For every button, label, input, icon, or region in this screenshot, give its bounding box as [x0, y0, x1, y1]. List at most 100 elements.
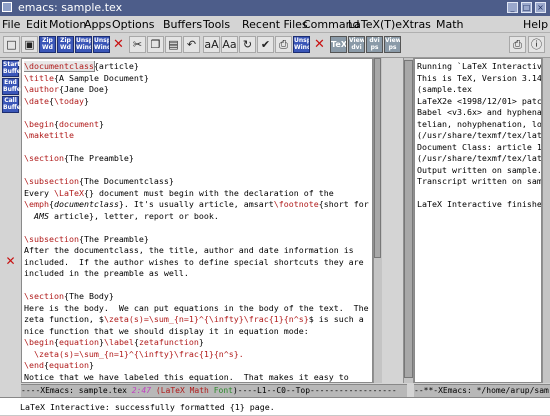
editor-line[interactable]: \date{\today}: [24, 96, 372, 108]
editor-line[interactable]: [24, 280, 372, 292]
menu-edit[interactable]: Edit: [26, 18, 47, 31]
editor-token: zetafunction: [138, 337, 199, 347]
unsplit-window-3-button[interactable]: Unsplit Window: [293, 36, 310, 53]
kill-icon[interactable]: ✕: [110, 36, 127, 53]
editor-token: equation: [58, 337, 99, 347]
editor-line[interactable]: AMS article}, letter, report or book.: [24, 211, 372, 223]
editor-line[interactable]: \begin{document}: [24, 119, 372, 131]
editor-line[interactable]: \maketitle: [24, 130, 372, 142]
dvi-ps-button[interactable]: dvi ps: [366, 36, 383, 53]
copy-icon[interactable]: ❐: [147, 36, 164, 53]
output-pane[interactable]: Running `LaTeX Interactive' oThis is TeX…: [414, 58, 542, 383]
menu-textras[interactable]: (T)eXtras: [380, 18, 431, 31]
output-line: This is TeX, Version 3.14159: [417, 72, 541, 83]
output-right-scrollbar[interactable]: [542, 58, 550, 383]
editor-line[interactable]: \author{Jane Doe}: [24, 84, 372, 96]
output-modeline[interactable]: --**-XEmacs: */home/arup/sam: [414, 384, 550, 397]
menu-options[interactable]: Options: [112, 18, 154, 31]
editor-text[interactable]: \documentclass{article} \title{A Sample D…: [22, 59, 372, 383]
close-icon[interactable]: ×: [535, 2, 546, 13]
editor-line[interactable]: Notice that we have labeled this equatio…: [24, 372, 372, 383]
editor-token: \subsection: [24, 176, 79, 186]
window-menu-icon[interactable]: [2, 2, 12, 12]
menu-apps[interactable]: Apps: [84, 18, 111, 31]
editor-token: }: [198, 337, 204, 347]
editor-line[interactable]: \begin{equation}\label{zetafunction}: [24, 337, 372, 349]
maximize-icon[interactable]: □: [521, 2, 532, 13]
editor-line[interactable]: \end{equation}: [24, 360, 372, 372]
editor-token: {} document must begin with the declarat…: [83, 187, 334, 198]
upcase-icon[interactable]: aA: [203, 36, 220, 53]
delete-window-icon[interactable]: ✕: [4, 255, 17, 268]
menu-latex[interactable]: LaTeX: [348, 18, 380, 31]
editor-line[interactable]: \zeta(s)=\sum_{n=1}^{\infty}\frac{1}{n^s…: [24, 349, 372, 361]
end-buffer-button[interactable]: End Buffer: [2, 78, 24, 95]
output-left-scrollbar[interactable]: [403, 58, 414, 383]
window-title: emacs: sample.tex: [18, 1, 123, 14]
menu-buffers[interactable]: Buffers: [163, 18, 202, 31]
editor-line[interactable]: \subsection{The Preamble}: [24, 234, 372, 246]
undo-icon[interactable]: ↶: [183, 36, 200, 53]
spell-icon[interactable]: ✔: [257, 36, 274, 53]
editor-line[interactable]: Every \LaTeX{} document must begin with …: [24, 188, 372, 200]
menu-motion[interactable]: Motion: [49, 18, 86, 31]
echo-area: LaTeX Interactive: successfully formatte…: [0, 397, 550, 415]
minimize-icon[interactable]: _: [507, 2, 518, 13]
printer-icon[interactable]: ⎙: [509, 36, 526, 53]
menu-recent-files[interactable]: Recent Files: [242, 18, 308, 31]
editor-scroll-thumb[interactable]: [374, 58, 381, 258]
menu-bar: File Edit Motion Apps Options Buffers To…: [0, 16, 550, 33]
editor-line[interactable]: [24, 107, 372, 119]
menu-file[interactable]: File: [2, 18, 20, 31]
unsplit-window-2-button[interactable]: Unsplit Window: [93, 36, 110, 53]
unsplit-window-button[interactable]: Unsplit Window: [75, 36, 92, 53]
editor-line[interactable]: [24, 222, 372, 234]
editor-line[interactable]: included in the preamble as well.: [24, 268, 372, 280]
menu-help[interactable]: Help: [523, 18, 548, 31]
editor-line[interactable]: \section{The Preamble}: [24, 153, 372, 165]
editor-line[interactable]: \section{The Body}: [24, 291, 372, 303]
paste-icon[interactable]: ▤: [165, 36, 182, 53]
editor-token: Here is the body. We can put equations i…: [24, 302, 369, 313]
tex-button[interactable]: TeX: [330, 36, 347, 53]
editor-line[interactable]: \title{A Sample Document}: [24, 73, 372, 85]
editor-line[interactable]: \emph{documentclass}. It's usually artic…: [24, 199, 372, 211]
stop-icon[interactable]: ✕: [311, 36, 328, 53]
editor-line[interactable]: After the documentclass, the title, auth…: [24, 245, 372, 257]
menu-math[interactable]: Math: [436, 18, 464, 31]
output-text: Running `LaTeX Interactive' oThis is TeX…: [415, 59, 541, 211]
menu-tools[interactable]: Tools: [203, 18, 230, 31]
editor-line[interactable]: included. If the author wishes to define…: [24, 257, 372, 269]
zip-word-button[interactable]: Zip Wd: [39, 36, 56, 53]
print-icon[interactable]: ⎙: [275, 36, 292, 53]
view-dvi-button[interactable]: View dvi: [348, 36, 365, 53]
cut-icon[interactable]: ✂: [129, 36, 146, 53]
editor-line[interactable]: zeta function, $\zeta(s)=\sum_{n=1}^{\in…: [24, 314, 372, 326]
start-buffer-button[interactable]: Start Buffer: [2, 60, 24, 77]
editor-token: }. It's usually article, amsart: [118, 199, 274, 209]
output-line: Babel <v3.6x> and hyphenatio: [417, 107, 541, 117]
info-icon[interactable]: ⓘ: [528, 36, 545, 53]
editor-scrollbar[interactable]: [373, 58, 382, 383]
downcase-icon[interactable]: Aa: [221, 36, 238, 53]
replace-icon[interactable]: ↻: [239, 36, 256, 53]
editor-modeline[interactable]: ----XEmacs: sample.tex 2:47 (LaTeX Math …: [21, 384, 407, 397]
editor-token: zeta function, $: [24, 314, 104, 324]
new-file-icon[interactable]: □: [3, 36, 20, 53]
editor-pane[interactable]: \documentclass{article} \title{A Sample D…: [21, 58, 373, 383]
modeline-mode[interactable]: (LaTeX Math: [156, 386, 209, 395]
title-bar[interactable]: emacs: sample.tex _ □ ×: [0, 0, 550, 16]
call-buffer-button[interactable]: Call Buffer: [2, 96, 24, 113]
editor-token: {Jane Doe}: [58, 84, 109, 94]
editor-line[interactable]: [24, 142, 372, 154]
editor-line[interactable]: \subsection{The Documentclass}: [24, 176, 372, 188]
zip-word-back-button[interactable]: Zip Wd: [57, 36, 74, 53]
editor-line[interactable]: Here is the body. We can put equations i…: [24, 303, 372, 315]
output-scroll-thumb[interactable]: [404, 60, 413, 378]
save-icon[interactable]: ▣: [21, 36, 38, 53]
modeline-buffer[interactable]: sample.tex: [79, 386, 127, 395]
editor-line[interactable]: \documentclass{article}: [24, 61, 372, 73]
editor-line[interactable]: nice function that we should display it …: [24, 326, 372, 338]
view-ps-button[interactable]: View ps: [384, 36, 401, 53]
editor-line[interactable]: [24, 165, 372, 177]
